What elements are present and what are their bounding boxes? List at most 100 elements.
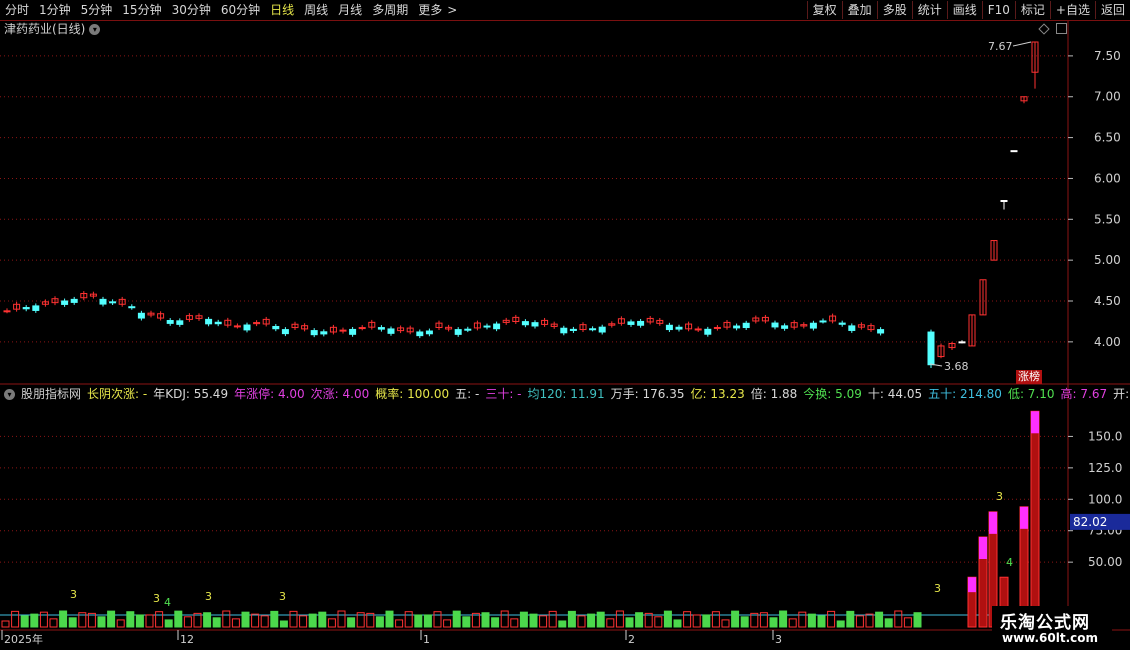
indicator-field: 万手: 176.35 — [610, 387, 685, 401]
tool-button-5[interactable]: F10 — [981, 1, 1015, 19]
indicator-bar — [251, 613, 260, 628]
indicator-bar — [711, 611, 720, 628]
period-tab-9[interactable]: 多周期 — [367, 0, 413, 20]
indicator-field: 高: 7.67 — [1060, 387, 1108, 401]
indicator-bar — [875, 611, 884, 628]
period-tab-0[interactable]: 分时 — [0, 0, 34, 20]
indicator-bar — [145, 614, 154, 628]
indicator-bar — [779, 610, 788, 628]
indicator-tick-label: 125.0 — [1088, 461, 1122, 475]
indicator-bar — [289, 610, 298, 628]
indicator-field: 十: 44.05 — [867, 387, 923, 401]
indicator-name[interactable]: 股朋指标网 — [21, 386, 81, 402]
period-tab-5[interactable]: 60分钟 — [216, 0, 265, 20]
indicator-bars: 3 3 4 3 3334 — [0, 410, 1068, 628]
period-tabs: 分时 1分钟 5分钟 15分钟 30分钟 60分钟 日线 周线 月线 多周期 更多 > — [0, 0, 807, 20]
candle-body — [713, 326, 721, 329]
indicator-bar — [212, 617, 221, 628]
indicator-bar — [443, 619, 452, 628]
indicator-title-bar: ▾ 股朋指标网 长阴次涨: - 年KDJ: 55.49 年涨停: 4.00 次涨: 4… — [4, 386, 1130, 402]
indicator-field: 年涨停: 4.00 — [234, 387, 305, 401]
indicator-bar — [30, 613, 39, 628]
candle-body — [416, 331, 424, 337]
candle-body — [771, 322, 779, 328]
indicator-bar — [894, 610, 903, 628]
chevron-down-icon[interactable]: ▾ — [89, 23, 101, 35]
signal-mark: 3 — [996, 490, 1003, 503]
candle-body — [205, 318, 213, 325]
indicator-bar — [683, 611, 692, 628]
period-tab-1[interactable]: 1分钟 — [34, 0, 76, 20]
period-tab-4[interactable]: 30分钟 — [167, 0, 216, 20]
indicator-bar — [68, 617, 77, 628]
indicator-bar — [222, 610, 231, 628]
indicator-tick-label: 50.00 — [1088, 555, 1122, 569]
indicator-bar — [1030, 410, 1040, 628]
candle-body — [128, 306, 136, 309]
candle-body — [675, 326, 683, 330]
window-icon[interactable] — [1056, 23, 1067, 34]
tool-button-6[interactable]: 标记 — [1014, 1, 1050, 19]
indicator-bar — [577, 615, 586, 628]
price-tick-label: 4.50 — [1094, 294, 1121, 308]
tool-button-7[interactable]: +自选 — [1049, 1, 1095, 19]
tool-button-8[interactable]: 返回 — [1094, 1, 1130, 19]
period-tab-6[interactable]: 日线 — [265, 0, 299, 20]
indicator-bar — [865, 613, 874, 628]
period-tab-7[interactable]: 周线 — [299, 0, 333, 20]
tool-button-2[interactable]: 多股 — [876, 1, 912, 19]
date-axis: 2025年 12 1 2 3 — [1, 630, 782, 646]
candle-body — [281, 329, 289, 335]
indicator-bar — [107, 610, 116, 628]
indicator-bar — [855, 615, 864, 628]
chevron-down-icon[interactable]: ▾ — [4, 388, 15, 400]
signal-mark: 3 — [934, 582, 941, 595]
date-label: 12 — [180, 633, 194, 646]
candle-body — [493, 323, 501, 330]
indicator-bar — [174, 610, 183, 628]
indicator-bar — [836, 620, 845, 628]
indicator-field: 五: - — [455, 387, 480, 401]
indicator-bar — [721, 619, 730, 628]
indicator-bar — [452, 610, 461, 628]
indicator-bar — [481, 612, 490, 628]
period-tab-10[interactable]: 更多 — [413, 0, 447, 20]
tool-button-3[interactable]: 统计 — [911, 1, 947, 19]
indicator-bar — [606, 618, 615, 628]
indicator-bar — [519, 611, 528, 628]
candle-body — [137, 312, 145, 319]
candle-body — [521, 321, 529, 326]
indicator-bar — [615, 610, 624, 628]
period-tab-2[interactable]: 5分钟 — [76, 0, 118, 20]
candle-body — [22, 307, 30, 310]
candle-body — [569, 328, 577, 331]
signal-mark: 3 — [70, 588, 77, 601]
indicator-bar — [279, 620, 288, 628]
indicator-field: 均120: 11.91 — [527, 387, 605, 401]
candle-body — [877, 329, 885, 334]
tool-button-4[interactable]: 画线 — [946, 1, 982, 19]
indicator-bar — [462, 616, 471, 628]
tool-button-0[interactable]: 复权 — [806, 1, 842, 19]
limit-up-badge: 涨榜 — [1016, 370, 1042, 384]
candle-body — [560, 327, 568, 334]
candle-body — [848, 325, 856, 331]
indicator-bar — [548, 610, 557, 628]
signal-mark: 4 — [1006, 556, 1013, 569]
candle-body — [272, 325, 280, 330]
tool-button-1[interactable]: 叠加 — [841, 1, 877, 19]
diamond-icon[interactable] — [1038, 23, 1050, 35]
watermark-url: www.60lt.com — [1002, 631, 1099, 645]
indicator-axis: 150.0125.0100.075.0050.0082.02 — [1068, 429, 1130, 569]
indicator-bar — [155, 611, 164, 628]
candle-body — [425, 330, 433, 335]
indicator-bar — [903, 617, 912, 628]
period-tab-3[interactable]: 15分钟 — [117, 0, 166, 20]
indicator-bar — [558, 620, 567, 628]
chart-canvas[interactable]: 7.67 3.68 7.50 7.00 6.50 6.00 5.50 5.00 4.50 4.0… — [0, 0, 1130, 650]
indicator-bar — [11, 610, 20, 628]
indicator-bar — [20, 615, 29, 628]
chevron-right-icon[interactable]: > — [447, 0, 462, 20]
candle-body — [627, 321, 635, 325]
period-tab-8[interactable]: 月线 — [333, 0, 367, 20]
